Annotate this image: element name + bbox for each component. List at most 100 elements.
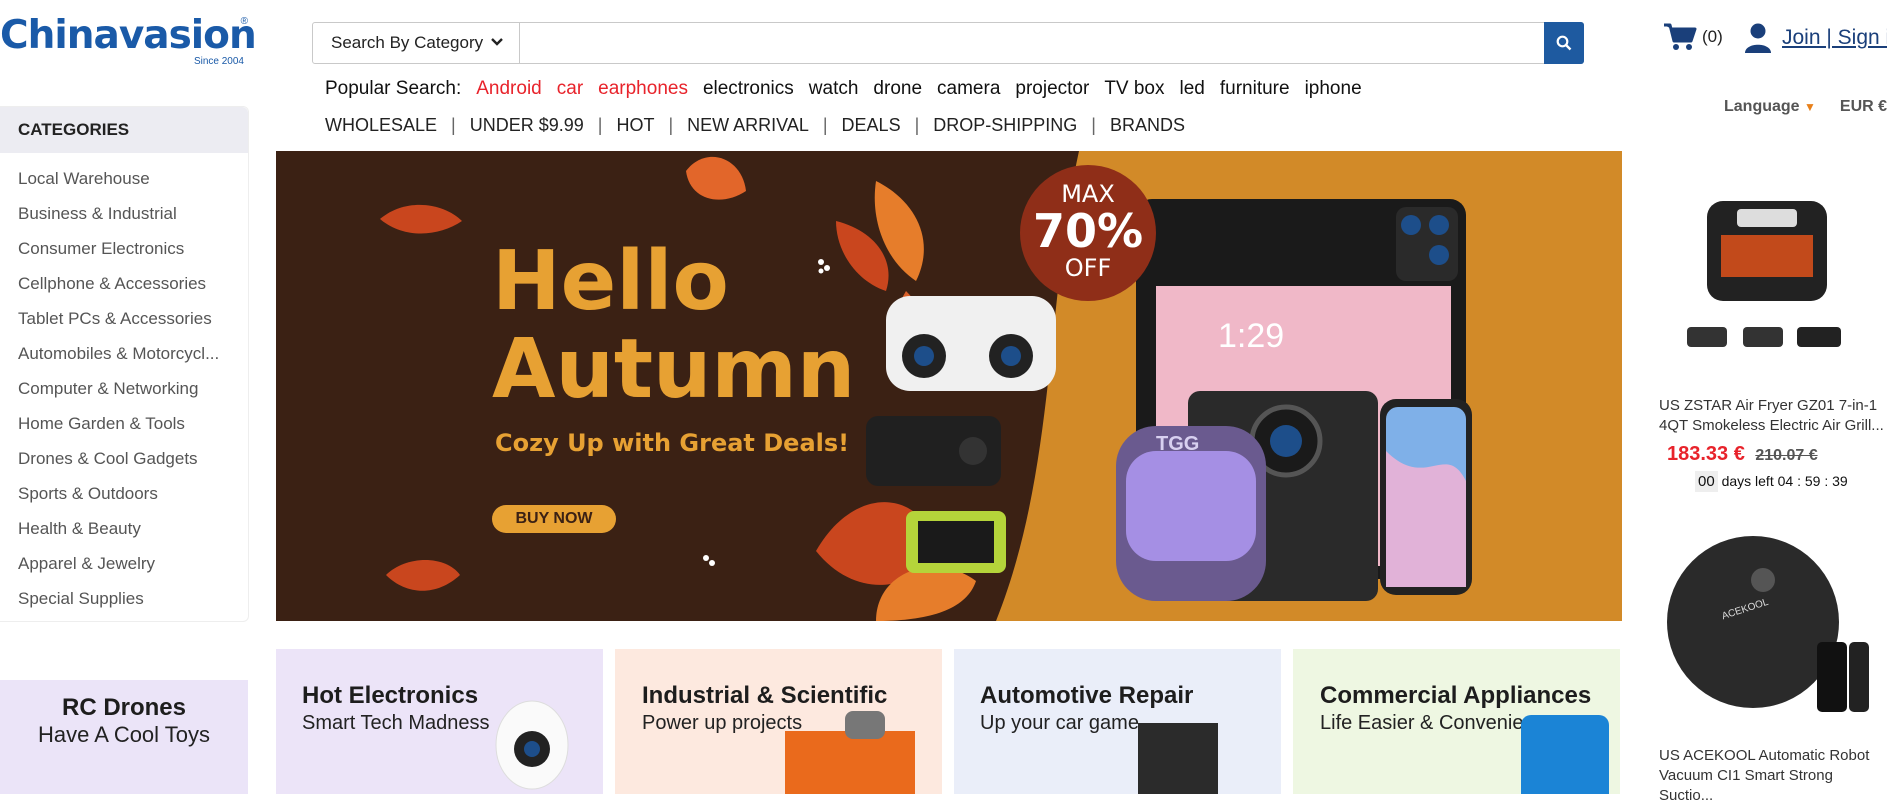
tile-subtitle: Life Easier & Convenient [1320,712,1541,734]
tile-subtitle: Up your car game [980,712,1139,734]
chevron-down-icon [491,36,503,50]
search-icon [1556,35,1572,51]
promo-title: RC Drones [61,694,187,721]
logo-since: Since 2004 [193,56,244,67]
tile-industrial-scientific[interactable]: Industrial & Scientific Power up project… [615,649,942,794]
popular-term[interactable]: projector [1015,78,1089,100]
popular-term[interactable]: electronics [703,78,794,100]
discount-badge: MAX 70% OFF [1020,181,1156,281]
categories-list: Local Warehouse Business & Industrial Co… [0,153,248,616]
badge-percent: 70% [1032,204,1144,258]
hero-banner-art [276,151,1622,621]
locale-settings: Language ▼ EUR € ▼ [1724,98,1887,116]
buy-now-button[interactable]: BUY NOW [492,505,616,533]
cart-button[interactable]: (0) [1663,22,1723,52]
nav-hot[interactable]: HOT [616,115,654,136]
nav-drop-shipping[interactable]: DROP-SHIPPING [933,115,1077,136]
category-item[interactable]: Sports & Outdoors [18,476,243,511]
currency-selector[interactable]: EUR € ▼ [1840,98,1887,116]
category-item[interactable]: Apparel & Jewelry [18,546,243,581]
popular-term[interactable]: earphones [598,78,688,100]
logo-wordmark: Chinavasion [0,13,257,58]
category-item[interactable]: Home Garden & Tools [18,406,243,441]
logo-registered-mark: ® [240,16,248,27]
machine-icon [785,711,915,794]
nav-deals[interactable]: DEALS [842,115,901,136]
categories-title: CATEGORIES [0,107,248,153]
category-item[interactable]: Cellphone & Accessories [18,266,243,301]
deal-countdown: 00 days left 04 : 59 : 39 [1695,471,1848,492]
hero-banner[interactable]: Hello Autumn Cozy Up with Great Deals! B… [276,151,1622,621]
popular-term[interactable]: car [557,78,583,100]
nav-brands[interactable]: BRANDS [1110,115,1185,136]
popular-term[interactable]: Android [476,78,542,100]
popular-search-label: Popular Search: [325,78,462,99]
deal-price-row: 183.33 € 210.07 € [1667,443,1818,466]
nav-under-999[interactable]: UNDER $9.99 [470,115,584,136]
user-icon [1745,23,1771,53]
search-bar: Search By Category [312,22,1584,64]
deal-days-label: days left [1721,473,1774,489]
tile-title: Hot Electronics [302,682,479,709]
tile-automotive-repair[interactable]: Automotive Repair Up your car game [954,649,1281,794]
deal-card[interactable]: US ZSTAR Air Fryer GZ01 7-in-1 4QT Smoke… [1647,151,1887,501]
deal-time-left: 04 : 59 : 39 [1777,473,1848,489]
deal-old-price: 210.07 € [1755,447,1818,464]
tile-subtitle: Smart Tech Madness [302,712,490,734]
deal-days: 00 [1695,471,1718,492]
popular-term[interactable]: iphone [1305,78,1362,100]
engine-tool-icon [1138,723,1218,794]
quick-nav: WHOLESALE | UNDER $9.99 | HOT | NEW ARRIVAL… [325,115,1185,136]
popular-term[interactable]: watch [809,78,859,100]
search-button[interactable] [1544,22,1584,64]
language-selector[interactable]: Language ▼ [1724,98,1816,116]
account-area: Join | Sign in [1744,22,1887,54]
nav-new-arrival[interactable]: NEW ARRIVAL [687,115,809,136]
tile-subtitle: Power up projects [642,712,803,734]
category-item[interactable]: Special Supplies [18,581,243,616]
search-category-dropdown[interactable]: Search By Category [313,23,520,63]
security-camera-icon [495,700,569,790]
logo[interactable]: Chinavasion ® Since 2004 [0,13,257,72]
category-item[interactable]: Consumer Electronics [18,231,243,266]
tile-hot-electronics[interactable]: Hot Electronics Smart Tech Madness [276,649,603,794]
dropdown-triangle-icon: ▼ [1804,100,1816,114]
search-input[interactable] [520,23,1544,63]
nav-wholesale[interactable]: WHOLESALE [325,115,437,136]
popular-term[interactable]: drone [873,78,922,100]
currency-label: EUR € [1839,98,1887,115]
join-sign-in-link[interactable]: Join | Sign in [1782,26,1887,50]
search-category-label: Search By Category [331,33,484,52]
cart-count: (0) [1702,27,1723,46]
cart-icon [1664,23,1697,50]
category-item[interactable]: Drones & Cool Gadgets [18,441,243,476]
banner-heading: Hello Autumn [492,238,855,414]
language-label: Language [1724,98,1800,115]
deal-product-name: US ACEKOOL Automatic Robot Vacuum CI1 Sm… [1659,747,1870,804]
badge-off: OFF [1064,254,1112,282]
category-item[interactable]: Local Warehouse [18,161,243,196]
deal-product-name: US ZSTAR Air Fryer GZ01 7-in-1 4QT Smoke… [1659,397,1884,434]
promo-subtitle: Have A Cool Toys [37,722,211,747]
category-item[interactable]: Business & Industrial [18,196,243,231]
category-item[interactable]: Health & Beauty [18,511,243,546]
banner-heading-line-1: Hello [492,234,729,329]
category-item[interactable]: Automobiles & Motorcycl... [18,336,243,371]
banner-heading-line-2: Autumn [492,322,856,417]
deal-card[interactable]: ACEKOOL US ACEKOOL Automatic Robot Vacuu… [1647,512,1887,804]
category-item[interactable]: Computer & Networking [18,371,243,406]
tile-title: Industrial & Scientific [642,682,888,709]
speaker-logo: TGG [1156,433,1200,455]
popular-term[interactable]: camera [937,78,1000,100]
popular-term[interactable]: furniture [1220,78,1290,100]
tile-title: Commercial Appliances [1320,682,1592,709]
tile-commercial-appliances[interactable]: Commercial Appliances Life Easier & Conv… [1293,649,1620,794]
popular-term[interactable]: led [1180,78,1205,100]
popular-search: Popular Search: Android car earphones el… [325,78,1362,100]
rc-drones-promo[interactable]: RC Drones Have A Cool Toys [0,680,248,794]
banner-tagline: Cozy Up with Great Deals! [495,429,850,457]
dehumidifier-icon [1521,715,1609,794]
tile-title: Automotive Repair [980,682,1194,709]
popular-term[interactable]: TV box [1104,78,1164,100]
category-item[interactable]: Tablet PCs & Accessories [18,301,243,336]
